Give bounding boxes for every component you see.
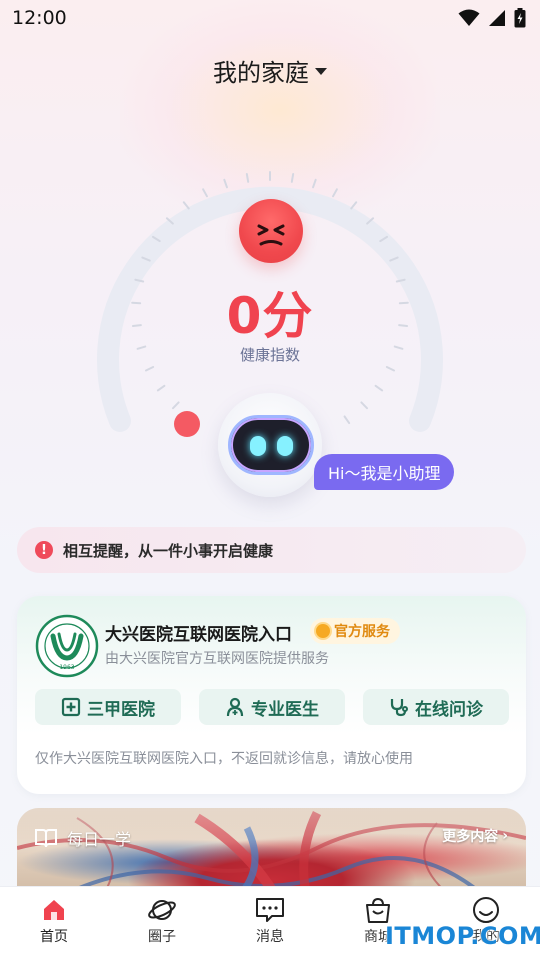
daily-learn-label: 每日一学	[35, 826, 131, 850]
gauge-tick	[171, 401, 180, 410]
hospital-cross-icon	[61, 697, 81, 717]
robot-eye-left	[250, 436, 266, 456]
gauge-tick	[374, 384, 384, 392]
health-score: 0分	[226, 287, 314, 345]
health-score-label: 健康指数	[239, 346, 300, 364]
hospital-features: 三甲医院 专业医生 在线问诊	[35, 689, 509, 725]
stethoscope-icon	[390, 699, 408, 717]
feature-online-consultation[interactable]: 在线问诊	[363, 689, 509, 725]
reminder-text: 相互提醒，从一件小事开启健康	[63, 541, 274, 560]
hospital-name: 大兴医院互联网医院入口	[105, 625, 292, 645]
gauge-tick	[343, 415, 351, 425]
hospital-logo-year: 1963	[59, 664, 74, 671]
official-badge-label: 官方服务	[334, 624, 390, 640]
gauge-tick	[202, 188, 208, 198]
hospital-subtitle: 由大兴医院官方互联网医院提供服务	[105, 651, 329, 667]
exclamation-icon: !	[35, 541, 53, 559]
shopping-bag-icon	[366, 897, 390, 923]
reminder-banner[interactable]: ! 相互提醒，从一件小事开启健康	[17, 527, 526, 573]
more-content-text: 更多内容	[442, 829, 499, 845]
hospital-logo: 1963	[35, 614, 99, 678]
gauge-tick	[312, 178, 317, 189]
watermark: ITMOP.COM	[385, 922, 540, 950]
gauge-tick	[332, 188, 338, 198]
home-icon	[44, 900, 64, 920]
assistant-greeting-bubble[interactable]: Hi～我是小助理	[314, 454, 455, 490]
tab-messages[interactable]: 消息	[216, 887, 324, 960]
doctor-icon	[226, 697, 244, 717]
assistant-robot[interactable]	[218, 393, 322, 497]
robot-eye-right	[277, 436, 293, 456]
book-icon	[35, 829, 57, 848]
sun-badge-icon	[316, 624, 330, 638]
daily-learn-card[interactable]: 每日一学 更多内容 ›	[17, 808, 526, 898]
feature-professional-doctor[interactable]: 专业医生	[199, 689, 345, 725]
hospital-card[interactable]: 1963 大兴医院互联网医院入口 官方服务 由大兴医院官方互联网医院提供服务 三…	[17, 596, 526, 794]
gauge-tick	[290, 172, 295, 183]
gauge-tick	[156, 384, 166, 392]
tab-circle[interactable]: 圈子	[108, 887, 216, 960]
hospital-note: 仅作大兴医院互联网医院入口，不返回就诊信息，请放心使用	[35, 751, 413, 767]
tab-label: 首页	[40, 929, 68, 945]
daily-learn-text: 每日一学	[67, 830, 132, 849]
tab-label: 圈子	[148, 929, 176, 945]
smile-icon	[473, 897, 499, 923]
gauge-tick	[144, 365, 155, 372]
robot-visor	[228, 415, 314, 475]
feature-label: 专业医生	[251, 699, 319, 720]
gauge-tick	[360, 401, 369, 410]
angry-face-icon	[239, 199, 303, 263]
gauge-tick	[385, 365, 396, 372]
tab-home[interactable]: 首页	[0, 887, 108, 960]
message-icon	[256, 898, 284, 922]
gauge-tick	[245, 172, 250, 183]
gauge-tick	[182, 201, 190, 210]
feature-label: 三甲医院	[87, 699, 155, 720]
feature-label: 在线问诊	[415, 699, 483, 720]
official-service-badge: 官方服务	[310, 618, 400, 644]
tab-label: 消息	[256, 929, 284, 945]
more-content-link[interactable]: 更多内容 ›	[442, 826, 508, 846]
gauge-tick	[350, 201, 358, 210]
planet-icon	[148, 900, 176, 920]
feature-grade-a-hospital[interactable]: 三甲医院	[35, 689, 181, 725]
gauge-indicator-dot	[174, 411, 200, 437]
gauge-tick	[223, 178, 228, 189]
chevron-right-icon: ›	[502, 828, 508, 844]
